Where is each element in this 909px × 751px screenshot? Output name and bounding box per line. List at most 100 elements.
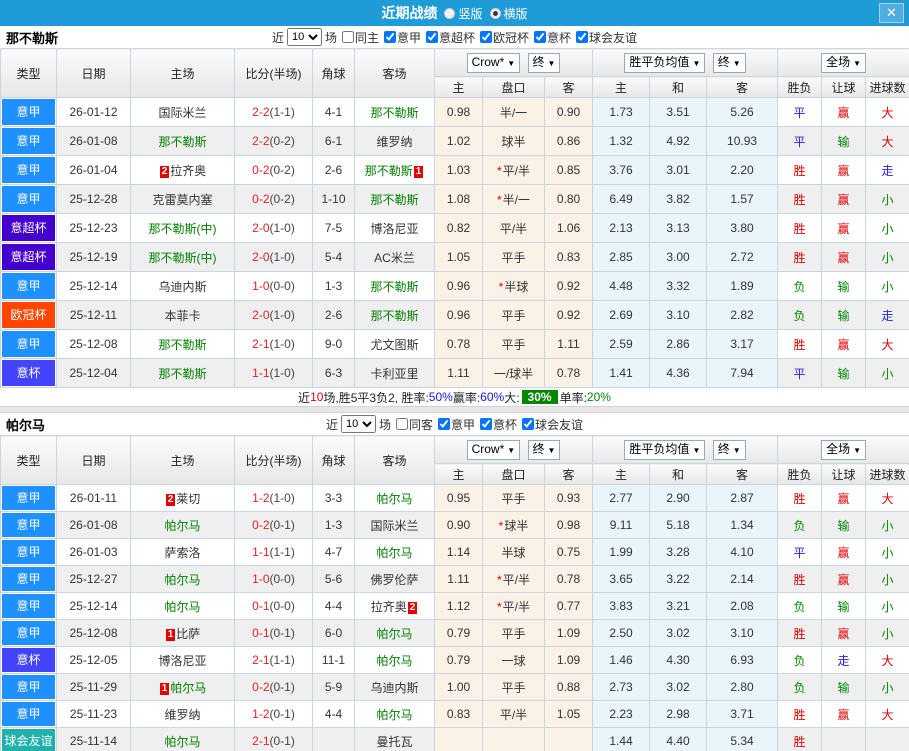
summary-segment: 单率: (559, 390, 587, 405)
league-badge: 意甲 (2, 513, 55, 537)
fulltime-dropdown[interactable]: 全场 ▼ (821, 439, 867, 460)
match-count-select[interactable]: 10 (340, 415, 376, 433)
odds-source-dropdown[interactable]: Crow* ▼ (466, 439, 521, 460)
league-filter-checkbox[interactable] (480, 31, 493, 43)
same-venue-filter[interactable]: 同客 (395, 416, 433, 433)
league-filter[interactable]: 球会友谊 (522, 416, 583, 433)
handicap-result-cell: 赢 (821, 184, 867, 214)
match-count-select[interactable]: 10 (286, 28, 322, 46)
radio-icon[interactable] (489, 7, 501, 19)
wdl-result-cell: 平 (777, 538, 823, 566)
handicap-result-cell: 走 (821, 646, 867, 674)
team-label: 曼托瓦 (376, 734, 413, 749)
match-row: 意甲 26-01-08 帕尔马 0-2(0-1) 1-3 国际米兰 0.90 *球半 0.98 9… (0, 511, 909, 539)
home-team-cell: 国际米兰 (130, 97, 235, 127)
wdl-avg-dropdown[interactable]: 胜平负均值 ▼ (624, 52, 706, 73)
odds-source-dropdown[interactable]: Crow* ▼ (466, 52, 521, 73)
league-filter-checkbox[interactable] (576, 31, 589, 43)
league-filter-checkbox[interactable] (522, 418, 535, 430)
team-label: 乌迪内斯 (370, 680, 419, 695)
avg-away-cell: 5.34 (706, 727, 779, 751)
wdl-result-cell: 胜 (777, 329, 823, 359)
handicap-cell (482, 727, 545, 751)
avg-home-cell: 2.85 (592, 242, 651, 272)
avg-home-cell: 1.46 (592, 646, 651, 674)
score-cell: 2-0(1-0) (234, 242, 313, 272)
away-team-cell: 乌迪内斯 (354, 673, 435, 701)
halftime-score: (0-2) (269, 134, 295, 148)
corner-cell: 6-3 (312, 358, 355, 388)
league-filter[interactable]: 欧冠杯 (480, 29, 529, 46)
team-label: 维罗纳 (164, 707, 201, 722)
home-odds-cell: 1.02 (434, 126, 483, 156)
away-odds-cell: 0.77 (543, 592, 594, 620)
halftime-score: (1-0) (269, 366, 295, 380)
same-venue-filter-checkbox[interactable] (341, 31, 354, 43)
team-label: 国际米兰 (158, 105, 207, 120)
same-venue-filter-checkbox[interactable] (395, 418, 408, 430)
same-venue-filter[interactable]: 同主 (341, 29, 379, 46)
summary-segment: 赢率: (452, 390, 481, 405)
home-odds-cell: 1.12 (434, 592, 483, 620)
goals-result-cell: 大 (865, 646, 909, 674)
league-filter[interactable]: 意甲 (438, 416, 475, 433)
score-cell: 2-0(1-0) (234, 300, 313, 330)
layout-option-vertical[interactable]: 竖版 (444, 5, 483, 22)
league-filter[interactable]: 意甲 (383, 29, 421, 46)
score-cell: 2-1(1-1) (234, 646, 313, 674)
fulltime-dropdown[interactable]: 全场 ▼ (821, 52, 867, 73)
avg-draw-cell: 2.90 (649, 484, 708, 512)
odds-time-dropdown[interactable]: 终 ▼ (527, 439, 561, 460)
handicap-cell: 平手 (482, 484, 545, 512)
matches-table: 类型 日期 主场 比分(半场) 角球 客场 Crow* ▼ 终 ▼ 胜平负均值 ▼ 终… (0, 435, 909, 751)
red-card-badge: 1 (413, 165, 424, 178)
layout-option-horizontal[interactable]: 横版 (489, 5, 528, 22)
league-filter-checkbox[interactable] (534, 31, 547, 43)
away-team-cell: 帕尔马 (354, 700, 435, 728)
col-home-header: 主场 (130, 435, 235, 485)
league-filter[interactable]: 意杯 (480, 416, 517, 433)
score-cell: 2-1(0-1) (234, 727, 313, 751)
avg-home-cell: 1.41 (592, 358, 651, 388)
date-cell: 25-12-28 (56, 184, 131, 214)
avg-home-cell: 2.69 (592, 300, 651, 330)
filter-controls: 近 10 场同主 意甲 意超杯 欧冠杯 意杯 球会友谊 (272, 28, 637, 46)
match-row: 意甲 25-12-27 帕尔马 1-0(0-0) 5-6 佛罗伦萨 1.11 *平/半 0.78… (0, 565, 909, 593)
chevron-down-icon: ▼ (853, 445, 862, 455)
team-label: 那不勒斯 (158, 337, 207, 352)
avg-away-cell: 10.93 (706, 126, 779, 156)
league-filter[interactable]: 意杯 (534, 29, 571, 46)
odds-header-group: Crow* ▼ 终 ▼ (433, 48, 594, 77)
odds-time-dropdown[interactable]: 终 ▼ (527, 52, 561, 73)
halftime-score: (0-0) (269, 599, 295, 613)
league-filter-checkbox[interactable] (438, 418, 450, 430)
match-row: 意甲 26-01-08 那不勒斯 2-2(0-2) 6-1 维罗纳 1.02 球半 0.86 1.… (0, 126, 909, 156)
wdl-time-dropdown[interactable]: 终 ▼ (712, 439, 746, 460)
avg-draw-cell: 3.01 (649, 155, 708, 185)
radio-icon[interactable] (444, 7, 456, 19)
league-filter-checkbox[interactable] (383, 31, 396, 43)
wdl-avg-dropdown[interactable]: 胜平负均值 ▼ (624, 439, 706, 460)
team-label: 那不勒斯 (370, 192, 419, 207)
league-filter-checkbox[interactable] (480, 418, 493, 430)
handicap-result-cell: 赢 (821, 213, 867, 243)
goals-result-cell: 大 (865, 97, 909, 127)
league-filter[interactable]: 球会友谊 (576, 29, 637, 46)
games-label: 场 (378, 417, 391, 432)
league-filter[interactable]: 意超杯 (426, 29, 475, 46)
league-badge-cell: 意甲 (0, 97, 57, 127)
home-team-cell: 帕尔马 (130, 727, 235, 751)
league-badge-cell: 球会友谊 (0, 727, 57, 751)
away-odds-cell: 0.92 (543, 300, 594, 330)
match-row: 意超杯 25-12-19 那不勒斯(中) 2-0(1-0) 5-4 AC米兰 1.05 平手 0… (0, 242, 909, 272)
wdl-time-dropdown[interactable]: 终 ▼ (712, 52, 746, 73)
league-filter-checkbox[interactable] (426, 31, 438, 43)
avg-home-cell: 1.73 (592, 97, 651, 127)
away-odds-cell: 0.85 (543, 155, 594, 185)
close-button[interactable]: ✕ (879, 3, 904, 23)
col-type-header: 类型 (0, 48, 57, 98)
halftime-score: (1-0) (269, 250, 295, 264)
halftime-score: (0-2) (269, 163, 295, 177)
sub-avg-home: 主 (592, 76, 651, 98)
sub-home-odds: 主 (434, 76, 483, 98)
